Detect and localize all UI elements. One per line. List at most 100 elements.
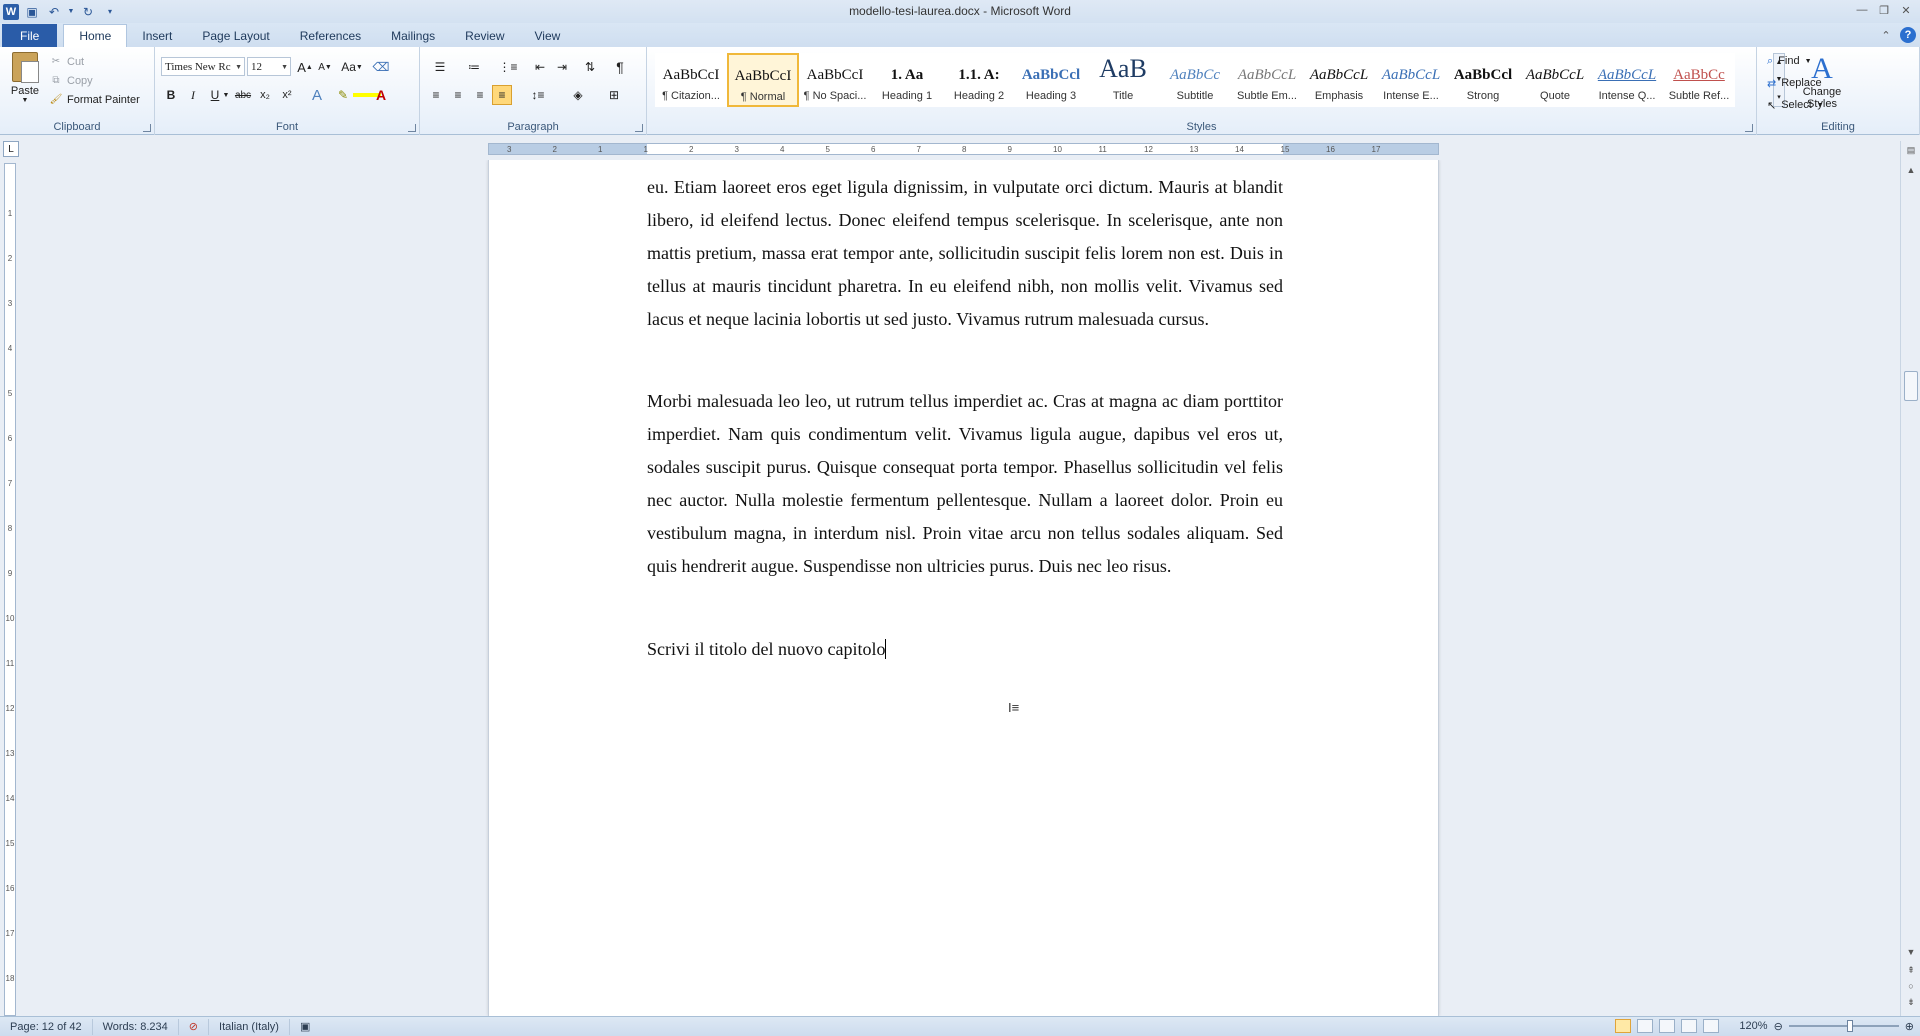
tab-view[interactable]: View [520,25,576,47]
chapter-title-paragraph[interactable]: Scrivi il titolo del nuovo capitolo [647,633,1283,666]
tab-home[interactable]: Home [63,24,128,47]
web-layout-view-icon[interactable] [1659,1019,1676,1033]
style-item[interactable]: AaB Title [1087,53,1159,107]
word-count[interactable]: Words: 8.234 [93,1018,179,1035]
style-item[interactable]: AaBbCc Subtitle [1159,53,1231,107]
zoom-level[interactable]: 120% [1739,1020,1767,1032]
copy-button[interactable]: ⧉ Copy [50,71,140,90]
tab-review[interactable]: Review [450,25,519,47]
numbering-icon[interactable]: ≔ [460,57,488,77]
format-painter-button[interactable]: 🖌 Format Painter [50,90,140,109]
select-button[interactable]: ↖ Select ▼ [1767,95,1824,115]
style-item[interactable]: AaBbCcL Intense E... [1375,53,1447,107]
style-item[interactable]: AaBbCcl Heading 3 [1015,53,1087,107]
bullets-icon[interactable]: ☰ [426,57,454,77]
horizontal-ruler[interactable]: 3 2 1 1 2 3 4 5 6 7 8 9 10 11 12 13 14 15 16 17 [488,143,1439,155]
zoom-in-icon[interactable]: ⊕ [1905,1020,1914,1033]
macro-recording-icon[interactable]: ▣ [290,1019,320,1035]
page-count[interactable]: Page: 12 of 42 [0,1018,93,1035]
shading-icon[interactable]: ◈ [564,85,592,105]
bold-button[interactable]: B [161,85,181,105]
style-item[interactable]: AaBbCcI ¶ Normal [727,53,799,107]
superscript-button[interactable]: x² [277,85,297,105]
page[interactable]: eu. Etiam laoreet eros eget ligula digni… [488,160,1439,1016]
redo-icon[interactable]: ↻ [79,3,97,21]
zoom-out-icon[interactable]: ⊖ [1774,1020,1783,1033]
view-ruler-icon[interactable]: ▤ [1904,145,1918,156]
language-indicator[interactable]: Italian (Italy) [209,1018,290,1035]
paste-button[interactable]: Paste ▼ [6,52,44,112]
increase-indent-icon[interactable]: ⇥ [552,57,572,77]
highlight-icon[interactable]: ✎ [333,85,353,105]
underline-dropdown-icon[interactable]: ▼ [221,85,231,105]
justify-icon[interactable]: ≡ [492,85,512,105]
clipboard-launcher-icon[interactable] [143,124,151,132]
grow-font-button[interactable]: A ▲ [295,57,315,77]
minimize-icon[interactable]: — [1852,2,1872,18]
sort-icon[interactable]: ⇅ [580,57,600,77]
tab-file[interactable]: File [2,24,58,47]
tab-page-layout[interactable]: Page Layout [187,25,284,47]
style-item[interactable]: AaBbCcL Intense Q... [1591,53,1663,107]
font-size-box[interactable]: 12 ▼ [247,57,291,76]
font-launcher-icon[interactable] [408,124,416,132]
style-item[interactable]: AaBbCcL Emphasis [1303,53,1375,107]
change-case-button[interactable]: Aa ▼ [339,57,365,77]
paragraph-launcher-icon[interactable] [635,124,643,132]
strikethrough-button[interactable]: abc [233,85,253,105]
undo-dropdown-icon[interactable]: ▼ [67,3,75,21]
text-effects-button[interactable]: A [307,85,327,105]
line-spacing-icon[interactable]: ↕≡ [524,85,552,105]
style-item[interactable]: AaBbCc Subtle Ref... [1663,53,1735,107]
italic-button[interactable]: I [183,85,203,105]
find-button[interactable]: ⌕ Find ▼ [1767,51,1812,71]
full-screen-reading-view-icon[interactable] [1637,1019,1654,1033]
next-page-icon[interactable]: ⇟ [1904,997,1918,1008]
previous-page-icon[interactable]: ⇞ [1904,965,1918,976]
minimize-ribbon-icon[interactable]: ⌃ [1878,27,1894,43]
vertical-scrollbar[interactable]: ▤ ▲ ▼ ⇞ ○ ⇟ [1900,141,1920,1016]
replace-button[interactable]: ⇄ Replace [1767,73,1822,93]
show-formatting-button[interactable]: ¶ [610,57,630,77]
close-icon[interactable]: ✕ [1896,2,1916,18]
align-right-icon[interactable]: ≡ [470,85,490,105]
proofing-status[interactable]: ⊘ [179,1018,210,1035]
font-color-button[interactable]: A [371,85,391,105]
align-left-icon[interactable]: ≡ [426,85,446,105]
browse-object-icon[interactable]: ○ [1904,981,1918,991]
style-item[interactable]: AaBbCcI ¶ No Spaci... [799,53,871,107]
style-item[interactable]: AaBbCcI ¶ Citazion... [655,53,727,107]
style-item[interactable]: 1. Aa Heading 1 [871,53,943,107]
clear-formatting-icon[interactable]: ⌫ [371,57,391,77]
document-paragraph[interactable]: eu. Etiam laoreet eros eget ligula digni… [647,171,1283,336]
styles-launcher-icon[interactable] [1745,124,1753,132]
shrink-font-button[interactable]: A ▼ [315,57,335,77]
style-item[interactable]: AaBbCcl Strong [1447,53,1519,107]
decrease-indent-icon[interactable]: ⇤ [530,57,550,77]
save-icon[interactable]: ▣ [23,3,41,21]
scroll-down-icon[interactable]: ▼ [1904,947,1918,957]
undo-icon[interactable]: ↶ [45,3,63,21]
scroll-up-icon[interactable]: ▲ [1904,165,1918,175]
tab-mailings[interactable]: Mailings [376,25,450,47]
multilevel-list-icon[interactable]: ⋮≡ [494,57,522,77]
zoom-slider[interactable] [1788,1020,1899,1032]
customize-qat-icon[interactable]: ▾ [101,3,119,21]
tab-selector[interactable]: L [3,141,19,157]
borders-icon[interactable]: ⊞ [600,85,628,105]
word-app-icon[interactable]: W [3,3,19,20]
style-item[interactable]: AaBbCcL Quote [1519,53,1591,107]
subscript-button[interactable]: x₂ [255,85,275,105]
cut-button[interactable]: ✂ Cut [50,52,140,71]
vertical-ruler[interactable]: 12345678910111213141516171819 [4,163,16,1028]
font-name-box[interactable]: Times New Rc ▼ [161,57,245,76]
align-center-icon[interactable]: ≡ [448,85,468,105]
tab-references[interactable]: References [285,25,376,47]
outline-view-icon[interactable] [1681,1019,1698,1033]
restore-icon[interactable]: ❐ [1874,2,1894,18]
zoom-slider-thumb[interactable] [1846,1020,1853,1032]
draft-view-icon[interactable] [1703,1019,1720,1033]
document-paragraph[interactable]: Morbi malesuada leo leo, ut rutrum tellu… [647,385,1283,583]
scroll-thumb[interactable] [1904,371,1918,401]
style-item[interactable]: AaBbCcL Subtle Em... [1231,53,1303,107]
